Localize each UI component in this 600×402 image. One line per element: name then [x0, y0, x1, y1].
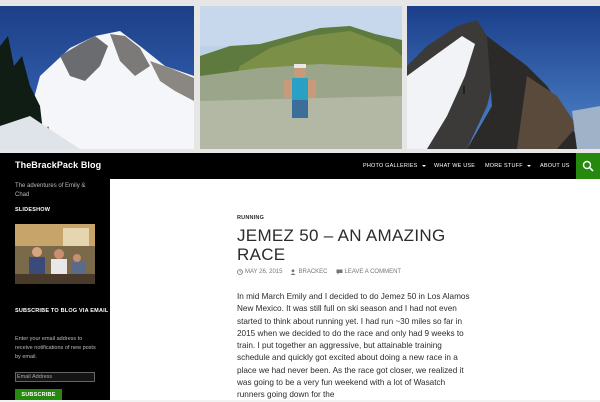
post-author-text: BRACKEC	[298, 269, 328, 275]
leave-comment-text: LEAVE A COMMENT	[344, 269, 402, 275]
slideshow-title: SLIDESHOW	[15, 207, 51, 213]
site-title[interactable]: TheBrackPack Blog	[15, 160, 101, 170]
nav-item-label: ABOUT US	[540, 163, 570, 169]
nav-item-what-we-use[interactable]: WHAT WE USE	[434, 163, 475, 169]
post-meta: MAY 26, 2015 BRACKEC LEAVE A COMMENT	[237, 269, 409, 275]
subscribe-button[interactable]: SUBSCRIBE	[15, 389, 62, 400]
top-nav-bar: TheBrackPack Blog PHOTO GALLERIES WHAT W…	[0, 153, 600, 179]
search-icon	[582, 160, 594, 172]
post-title[interactable]: JEMEZ 50 – AN AMAZING RACE	[237, 226, 477, 264]
post-body: In mid March Emily and I decided to do J…	[237, 292, 470, 400]
post-date-text: MAY 26, 2015	[245, 269, 283, 275]
email-field[interactable]: Email Address	[15, 372, 95, 382]
snowy-mountain-ridge-photo[interactable]	[0, 6, 194, 149]
nav-item-label: MORE STUFF	[485, 163, 523, 169]
runner-in-sagebrush-photo[interactable]	[200, 6, 402, 149]
snowy-ridge-climber-photo[interactable]	[407, 6, 600, 149]
nav-item-photo-galleries[interactable]: PHOTO GALLERIES	[363, 163, 426, 169]
site-tagline: The adventures of Emily & Chad	[15, 183, 86, 198]
user-icon	[291, 269, 296, 275]
nav-item-label: WHAT WE USE	[434, 163, 476, 169]
subscribe-title: SUBSCRIBE TO BLOG VIA EMAIL	[15, 308, 108, 314]
subscribe-description: Enter your email address to receive noti…	[15, 336, 96, 360]
post-category-link[interactable]: RUNNING	[237, 215, 264, 221]
header-banner	[0, 0, 600, 153]
comment-icon	[336, 269, 342, 275]
subscribe-title-text: SUBSCRIBE TO BLOG VIA EMAIL	[15, 308, 109, 314]
nav-item-label: PHOTO GALLERIES	[363, 163, 418, 169]
post-author[interactable]: BRACKEC	[290, 269, 328, 275]
nav-item-more-stuff[interactable]: MORE STUFF	[485, 163, 531, 169]
nav-item-about-us[interactable]: ABOUT US	[540, 163, 570, 169]
chevron-down-icon	[421, 165, 426, 167]
clock-icon	[237, 269, 243, 275]
leave-comment-link[interactable]: LEAVE A COMMENT	[336, 269, 402, 275]
post-date[interactable]: MAY 26, 2015	[237, 269, 282, 275]
chevron-down-icon	[526, 165, 531, 167]
search-button[interactable]	[576, 153, 600, 179]
main-content: RUNNING JEMEZ 50 – AN AMAZING RACE MAY 2…	[110, 179, 600, 400]
sidebar: The adventures of Emily & Chad SLIDESHOW…	[0, 179, 110, 400]
email-placeholder: Email Address	[17, 374, 53, 380]
slideshow-image[interactable]	[15, 224, 95, 284]
